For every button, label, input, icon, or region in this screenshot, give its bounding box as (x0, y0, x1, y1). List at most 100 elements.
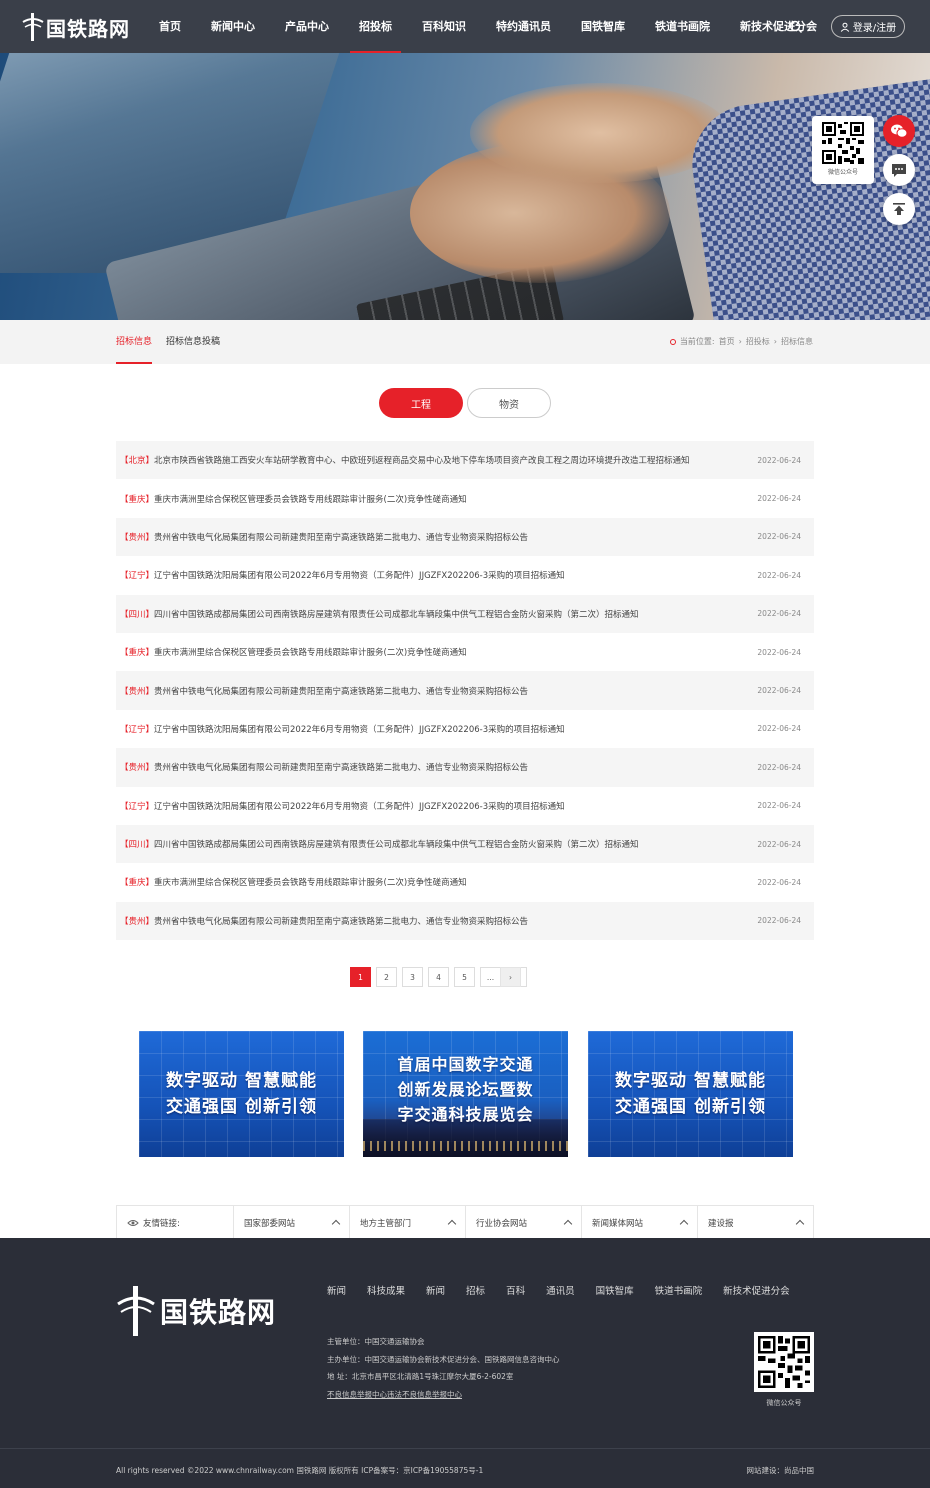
footer-nav-correspondent[interactable]: 通讯员 (546, 1283, 575, 1297)
next-page-button[interactable]: › (500, 967, 521, 987)
link-group-construction[interactable]: 建设报 (698, 1206, 814, 1239)
wechat-float-button[interactable] (883, 115, 915, 147)
list-item-date: 2022-06-24 (757, 455, 801, 465)
site-header: 国铁路网 首页 新闻中心 产品中心 招投标 百科知识 特约通讯员 国铁智库 铁道… (0, 0, 930, 53)
list-item[interactable]: 【辽宁】 辽宁省中国铁路沈阳局集团有限公司2022年6月专用物资（工务配件）JJG… (116, 556, 814, 594)
list-item-title[interactable]: 北京市陕西省铁路施工西安火车站研学教育中心、中欧班列返程商品交易中心及地下停车场… (154, 454, 745, 466)
footer-logo[interactable]: 国铁路网 (116, 1286, 276, 1336)
page-2-button[interactable]: 2 (376, 967, 397, 987)
nav-calligraphy[interactable]: 铁道书画院 (646, 0, 719, 53)
footer-nav-news-2[interactable]: 新闻 (426, 1283, 445, 1297)
logo-rail-icon (117, 1286, 155, 1336)
ad-line: 数字驱动 智慧赋能 (615, 1071, 766, 1091)
footer-nav-news[interactable]: 新闻 (327, 1283, 346, 1297)
back-to-top-button[interactable] (883, 193, 915, 225)
list-item-title[interactable]: 辽宁省中国铁路沈阳局集团有限公司2022年6月专用物资（工务配件）JJGZFX2… (154, 800, 745, 812)
list-item-region: 【辽宁】 (120, 571, 155, 582)
login-button[interactable]: 登录/注册 (831, 15, 905, 38)
link-group-label: 国家部委网站 (244, 1218, 296, 1229)
nav-news[interactable]: 新闻中心 (202, 0, 264, 53)
page-1-button[interactable]: 1 (350, 967, 371, 987)
category-materials-button[interactable]: 物资 (467, 388, 551, 418)
list-item-title[interactable]: 重庆市满洲里综合保税区管理委员会铁路专用线跟踪审计服务(二次)竞争性磋商通知 (154, 876, 745, 888)
nav-think-tank[interactable]: 国铁智库 (572, 0, 634, 53)
nav-home[interactable]: 首页 (150, 0, 190, 53)
search-icon[interactable] (788, 19, 804, 35)
breadcrumb-separator-icon: › (773, 337, 777, 346)
user-icon (840, 22, 849, 32)
footer-nav-bidding[interactable]: 招标 (466, 1283, 485, 1297)
footer-qr-caption: 微信公众号 (766, 1399, 802, 1407)
list-item[interactable]: 【北京】 北京市陕西省铁路施工西安火车站研学教育中心、中欧班列返程商品交易中心及地… (116, 441, 814, 480)
logo-rail-icon (22, 13, 44, 41)
list-item[interactable]: 【贵州】 贵州省中铁电气化局集团有限公司新建贵阳至南宁高速铁路第二批电力、通信专业… (116, 671, 814, 710)
tab-bidding-submission[interactable]: 招标信息投稿 (166, 320, 220, 364)
list-item-region: 【辽宁】 (120, 801, 155, 812)
breadcrumb-bidding[interactable]: 招投标 (746, 320, 770, 364)
tab-bidding-info[interactable]: 招标信息 (116, 320, 153, 364)
arrow-up-icon (893, 203, 905, 215)
nav-tech-branch[interactable]: 新技术促进分会 (731, 0, 826, 53)
page-5-button[interactable]: 5 (454, 967, 475, 987)
location-icon (669, 339, 676, 345)
ad-banner-digital-2[interactable]: 数字驱动 智慧赋能 交通强国 创新引领 (588, 1031, 793, 1157)
link-group-media[interactable]: 新闻媒体网站 (582, 1206, 698, 1239)
list-item[interactable]: 【贵州】 贵州省中铁电气化局集团有限公司新建贵阳至南宁高速铁路第二批电力、通信专业… (116, 901, 814, 941)
page-3-button[interactable]: 3 (402, 967, 423, 987)
list-item[interactable]: 【重庆】 重庆市满洲里综合保税区管理委员会铁路专用线跟踪审计服务(二次)竞争性磋商… (116, 479, 814, 517)
footer-nav-think-tank[interactable]: 国铁智库 (596, 1283, 634, 1297)
breadcrumb-home[interactable]: 首页 (719, 320, 735, 364)
ad-banner-digital-1[interactable]: 数字驱动 智慧赋能 交通强国 创新引领 (139, 1031, 344, 1157)
list-item-date: 2022-06-24 (757, 532, 801, 542)
category-engineering-button[interactable]: 工程 (379, 388, 463, 418)
report-center-link[interactable]: 不良信息举报中心违法不良信息举报中心 (327, 1386, 560, 1404)
list-item-region: 【四川】 (120, 840, 155, 851)
list-item[interactable]: 【辽宁】 辽宁省中国铁路沈阳局集团有限公司2022年6月专用物资（工务配件）JJG… (116, 787, 814, 825)
link-group-ministries[interactable]: 国家部委网站 (234, 1206, 350, 1239)
list-item-title[interactable]: 四川省中国铁路成都局集团公司西南铁路房屋建筑有限责任公司成都北车辆段集中供气工程… (154, 838, 745, 850)
list-item-region: 【贵州】 (120, 686, 155, 697)
message-float-button[interactable] (883, 154, 915, 186)
wechat-qr-popup: 微信公众号 (812, 116, 874, 184)
footer-qr-code-icon (754, 1332, 814, 1392)
list-item-title[interactable]: 重庆市满洲里综合保税区管理委员会铁路专用线跟踪审计服务(二次)竞争性磋商通知 (154, 493, 745, 505)
breadcrumb-current: 招标信息 (781, 337, 813, 346)
list-item-title[interactable]: 贵州省中铁电气化局集团有限公司新建贵阳至南宁高速铁路第二批电力、通信专业物资采购… (154, 531, 745, 543)
list-item-date: 2022-06-24 (757, 839, 801, 849)
list-item-date: 2022-06-24 (757, 570, 801, 580)
link-group-local-authorities[interactable]: 地方主管部门 (350, 1206, 466, 1239)
list-item[interactable]: 【四川】 四川省中国铁路成都局集团公司西南铁路房屋建筑有限责任公司成都北车辆段集中… (116, 824, 814, 864)
ad-banner-forum[interactable]: 首届中国数字交通 创新发展论坛暨数 字交通科技展览会 (363, 1031, 568, 1157)
list-item-title[interactable]: 贵州省中铁电气化局集团有限公司新建贵阳至南宁高速铁路第二批电力、通信专业物资采购… (154, 761, 745, 773)
list-item[interactable]: 【贵州】 贵州省中铁电气化局集团有限公司新建贵阳至南宁高速铁路第二批电力、通信专业… (116, 517, 814, 557)
list-item-title[interactable]: 重庆市满洲里综合保税区管理委员会铁路专用线跟踪审计服务(二次)竞争性磋商通知 (154, 646, 745, 658)
link-group-associations[interactable]: 行业协会网站 (466, 1206, 582, 1239)
nav-bidding[interactable]: 招投标 (350, 0, 401, 53)
list-item[interactable]: 【贵州】 贵州省中铁电气化局集团有限公司新建贵阳至南宁高速铁路第二批电力、通信专业… (116, 748, 814, 787)
list-item[interactable]: 【四川】 四川省中国铁路成都局集团公司西南铁路房屋建筑有限责任公司成都北车辆段集中… (116, 594, 814, 633)
site-logo[interactable]: 国铁路网 (22, 12, 130, 42)
main-nav: 首页 新闻中心 产品中心 招投标 百科知识 特约通讯员 国铁智库 铁道书画院 新… (150, 0, 838, 53)
list-item-title[interactable]: 辽宁省中国铁路沈阳局集团有限公司2022年6月专用物资（工务配件）JJGZFX2… (154, 723, 745, 735)
list-item-date: 2022-06-24 (757, 686, 801, 696)
bidding-list: 【北京】 北京市陕西省铁路施工西安火车站研学教育中心、中欧班列返程商品交易中心及地… (116, 441, 814, 941)
list-item[interactable]: 【重庆】 重庆市满洲里综合保税区管理委员会铁路专用线跟踪审计服务(二次)竞争性磋商… (116, 863, 814, 901)
page-4-button[interactable]: 4 (428, 967, 449, 987)
list-item-title[interactable]: 贵州省中铁电气化局集团有限公司新建贵阳至南宁高速铁路第二批电力、通信专业物资采购… (154, 915, 745, 927)
list-item-title[interactable]: 四川省中国铁路成都局集团公司西南铁路房屋建筑有限责任公司成都北车辆段集中供气工程… (154, 608, 745, 620)
list-item[interactable]: 【重庆】 重庆市满洲里综合保税区管理委员会铁路专用线跟踪审计服务(二次)竞争性磋商… (116, 633, 814, 671)
list-item[interactable]: 【辽宁】 辽宁省中国铁路沈阳局集团有限公司2022年6月专用物资（工务配件）JJG… (116, 710, 814, 748)
nav-encyclopedia[interactable]: 百科知识 (413, 0, 475, 53)
footer-nav-calligraphy[interactable]: 铁道书画院 (655, 1283, 703, 1297)
hero-banner (0, 53, 930, 320)
list-item-title[interactable]: 辽宁省中国铁路沈阳局集团有限公司2022年6月专用物资（工务配件）JJGZFX2… (154, 569, 745, 581)
nav-correspondent[interactable]: 特约通讯员 (487, 0, 560, 53)
footer-nav-tech[interactable]: 科技成果 (367, 1283, 405, 1297)
list-item-title[interactable]: 贵州省中铁电气化局集团有限公司新建贵阳至南宁高速铁路第二批电力、通信专业物资采购… (154, 685, 745, 697)
nav-products[interactable]: 产品中心 (276, 0, 338, 53)
pagination: ‹ 1 2 3 4 5 ... 23 › (350, 967, 527, 987)
copyright-text: All rights reserved ©2022 www.chnrailway… (116, 1466, 484, 1475)
page-ellipsis: ... (480, 967, 501, 987)
footer-nav-tech-branch[interactable]: 新技术促进分会 (723, 1283, 790, 1297)
footer-nav-encyclopedia[interactable]: 百科 (506, 1283, 525, 1297)
